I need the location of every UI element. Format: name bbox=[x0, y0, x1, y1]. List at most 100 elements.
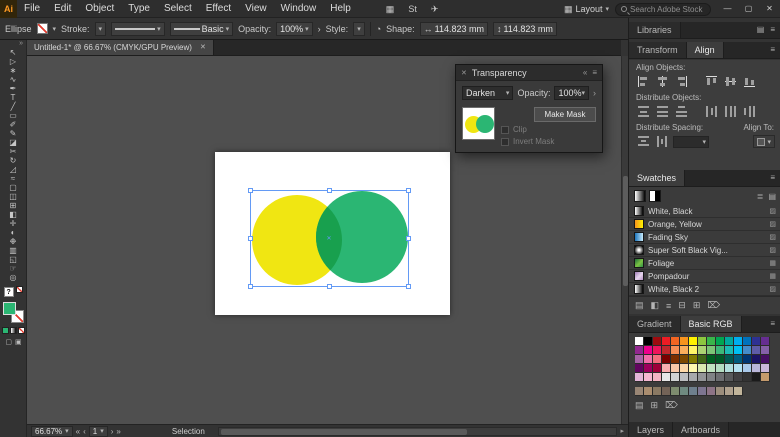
color-chip[interactable] bbox=[734, 355, 743, 364]
color-chip[interactable] bbox=[671, 387, 680, 396]
color-chip[interactable] bbox=[689, 337, 698, 346]
width-tool[interactable]: ≈ bbox=[0, 174, 27, 183]
panel-launcher-icon[interactable]: › bbox=[318, 24, 321, 34]
horizontal-align-right-icon[interactable] bbox=[673, 74, 689, 89]
blend-tool[interactable]: ◐ bbox=[0, 228, 27, 237]
color-chip[interactable] bbox=[662, 387, 671, 396]
workspace-grid-icon[interactable]: ▦ bbox=[386, 0, 395, 18]
selection-handle[interactable] bbox=[406, 284, 411, 289]
color-chip[interactable] bbox=[761, 355, 770, 364]
color-chip[interactable] bbox=[644, 346, 653, 355]
color-chip[interactable] bbox=[752, 373, 761, 382]
chevron-down-icon[interactable]: ▾ bbox=[53, 25, 57, 33]
none-swatch-icon[interactable] bbox=[16, 286, 23, 293]
direct-selection-tool[interactable]: ▷ bbox=[0, 57, 27, 66]
swatch-row[interactable]: Pompadour ▦ bbox=[629, 270, 780, 283]
color-chip[interactable] bbox=[761, 364, 770, 373]
horizontal-distribute-right-icon[interactable] bbox=[741, 104, 757, 119]
color-chip[interactable] bbox=[653, 346, 662, 355]
color-button[interactable] bbox=[2, 327, 9, 334]
eyedropper-tool[interactable]: ✛ bbox=[0, 219, 27, 228]
scroll-right-icon[interactable]: ▸ bbox=[620, 427, 624, 435]
color-chip[interactable] bbox=[689, 364, 698, 373]
swatch-row[interactable]: White, Black ▨ bbox=[629, 205, 780, 218]
menu-item[interactable]: Help bbox=[323, 0, 358, 18]
symbol-sprayer-tool[interactable]: ❉ bbox=[0, 237, 27, 246]
pencil-tool[interactable]: ✎ bbox=[0, 129, 27, 138]
color-chip[interactable] bbox=[761, 373, 770, 382]
transparency-panel-header[interactable]: ✕ Transparency « ≡ bbox=[456, 65, 602, 81]
color-chip[interactable] bbox=[716, 346, 725, 355]
horizontal-distribute-space-icon[interactable] bbox=[654, 134, 670, 149]
menu-item[interactable]: Object bbox=[78, 0, 121, 18]
scale-tool[interactable]: ◿ bbox=[0, 165, 27, 174]
color-chip[interactable] bbox=[743, 337, 752, 346]
color-chip[interactable] bbox=[635, 387, 644, 396]
type-tool[interactable]: T bbox=[0, 93, 27, 102]
selection-handle[interactable] bbox=[327, 284, 332, 289]
horizontal-scroll-thumb[interactable] bbox=[221, 429, 468, 435]
collapse-icon[interactable]: « bbox=[583, 68, 587, 77]
color-chip[interactable] bbox=[707, 373, 716, 382]
fill-indicator[interactable] bbox=[3, 302, 16, 315]
restore-button[interactable]: ▢ bbox=[738, 0, 759, 18]
color-chip[interactable] bbox=[680, 387, 689, 396]
color-chip[interactable] bbox=[707, 355, 716, 364]
shape-builder-tool[interactable]: ◫ bbox=[0, 192, 27, 201]
color-chip[interactable] bbox=[671, 355, 680, 364]
color-chip[interactable] bbox=[707, 364, 716, 373]
tab-gradient[interactable]: Gradient bbox=[629, 316, 681, 332]
blend-mode-select[interactable]: Darken ▾ bbox=[462, 86, 513, 100]
color-chip[interactable] bbox=[707, 387, 716, 396]
color-chip[interactable] bbox=[644, 337, 653, 346]
color-chip[interactable] bbox=[725, 346, 734, 355]
color-chip[interactable] bbox=[680, 346, 689, 355]
panel-menu-icon[interactable]: ≡ bbox=[770, 22, 775, 38]
swatch-row[interactable]: Orange, Yellow ▨ bbox=[629, 218, 780, 231]
menu-item[interactable]: Window bbox=[274, 0, 324, 18]
close-button[interactable]: ✕ bbox=[759, 0, 780, 18]
close-tab-icon[interactable]: ✕ bbox=[200, 40, 206, 55]
color-chip[interactable] bbox=[680, 355, 689, 364]
vertical-align-top-icon[interactable] bbox=[703, 74, 719, 89]
menu-item[interactable]: View bbox=[238, 0, 274, 18]
recolor-artwork-icon[interactable]: ◔ bbox=[376, 24, 381, 34]
zoom-select[interactable]: 66.67% ▾ bbox=[31, 426, 73, 437]
delete-swatch-icon[interactable]: ⌦ bbox=[707, 300, 720, 311]
swatch-libraries-icon[interactable]: ▤ bbox=[635, 400, 644, 411]
rotate-tool[interactable]: ↻ bbox=[0, 156, 27, 165]
tab-layers[interactable]: Layers bbox=[629, 422, 673, 437]
eraser-tool[interactable]: ◪ bbox=[0, 138, 27, 147]
swatch-row[interactable]: Super Soft Black Vig... ▨ bbox=[629, 244, 780, 257]
menu-item[interactable]: Select bbox=[157, 0, 199, 18]
menu-item[interactable]: File bbox=[17, 0, 47, 18]
rectangle-tool[interactable]: ▭ bbox=[0, 111, 27, 120]
swatch-mini-chip[interactable] bbox=[649, 190, 661, 202]
vertical-scrollbar[interactable] bbox=[621, 56, 628, 424]
swatch-kinds-icon[interactable]: ◧ bbox=[651, 300, 660, 311]
first-artboard-icon[interactable]: « bbox=[76, 427, 80, 436]
last-artboard-icon[interactable]: » bbox=[116, 427, 120, 436]
vertical-distribute-space-icon[interactable] bbox=[635, 134, 651, 149]
horizontal-align-center-icon[interactable] bbox=[654, 74, 670, 89]
column-graph-tool[interactable]: ▥ bbox=[0, 246, 27, 255]
color-chip[interactable] bbox=[689, 355, 698, 364]
previous-artboard-icon[interactable]: ‹ bbox=[83, 427, 86, 436]
color-chip[interactable] bbox=[689, 346, 698, 355]
swatch-row[interactable]: Foliage ▦ bbox=[629, 257, 780, 270]
panel-menu-icon[interactable]: ≡ bbox=[770, 316, 775, 332]
color-chip[interactable] bbox=[635, 355, 644, 364]
panel-launcher-icon[interactable]: › bbox=[593, 88, 596, 98]
panel-menu-icon[interactable]: ≡ bbox=[592, 68, 597, 77]
gradient-button[interactable] bbox=[10, 327, 17, 334]
none-button[interactable] bbox=[18, 327, 25, 334]
color-chip[interactable] bbox=[761, 346, 770, 355]
color-chip[interactable] bbox=[725, 337, 734, 346]
color-chip[interactable] bbox=[734, 387, 743, 396]
shape-width-input[interactable]: ↔114.823 mm bbox=[420, 22, 488, 36]
swatch-row[interactable]: Fading Sky ▨ bbox=[629, 231, 780, 244]
stock-search-input[interactable] bbox=[630, 5, 708, 14]
swatch-mini-chip[interactable] bbox=[634, 190, 646, 202]
shape-height-input[interactable]: ↕114.823 mm bbox=[493, 22, 557, 36]
color-chip[interactable] bbox=[752, 364, 761, 373]
